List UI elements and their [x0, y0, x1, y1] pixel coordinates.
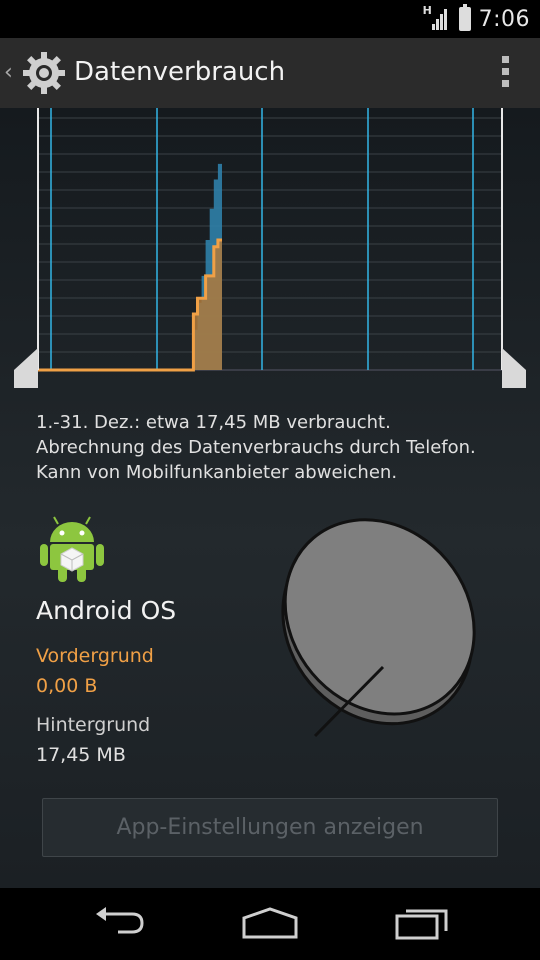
signal-icon: H: [422, 4, 451, 32]
battery-icon: [458, 4, 471, 31]
background-label: Hintergrund: [36, 714, 151, 736]
foreground-usage-line: [38, 238, 222, 372]
navigation-bar: [0, 888, 540, 960]
home-icon[interactable]: [240, 906, 300, 940]
background-value: 17,45 MB: [36, 744, 126, 766]
page-title: Datenverbrauch: [74, 57, 286, 87]
summary-line: Kann von Mobilfunkanbieter abweichen.: [36, 462, 398, 483]
app-name: Android OS: [36, 596, 177, 625]
summary-line: 1.-31. Dez.: etwa 17,45 MB verbraucht.: [36, 412, 391, 433]
recents-icon[interactable]: [394, 906, 450, 940]
clock: 7:06: [478, 6, 530, 32]
content-area: 1.-31. Dez.: etwa 17,45 MB verbraucht. A…: [0, 108, 540, 888]
usage-summary: 1.-31. Dez.: etwa 17,45 MB verbraucht. A…: [36, 410, 476, 485]
usage-pie-chart: [281, 518, 476, 738]
action-bar: ‹ Datenverbrauch: [0, 38, 540, 109]
app-settings-button[interactable]: App-Einstellungen anzeigen: [42, 798, 498, 857]
android-robot-icon: [40, 516, 104, 582]
foreground-value: 0,00 B: [36, 675, 98, 697]
status-icons: H 7:06: [423, 4, 530, 34]
usage-chart: [14, 108, 526, 388]
overflow-menu-icon[interactable]: [502, 56, 510, 90]
up-chevron-icon[interactable]: ‹: [4, 60, 13, 85]
range-end-handle[interactable]: [502, 348, 526, 388]
summary-line: Abrechnung des Datenverbrauchs durch Tel…: [36, 437, 476, 458]
range-start-handle[interactable]: [14, 348, 38, 388]
foreground-label: Vordergrund: [36, 645, 154, 667]
gear-icon[interactable]: [22, 51, 66, 95]
back-icon[interactable]: [92, 906, 148, 940]
network-type-label: H: [422, 4, 432, 17]
status-bar: H 7:06: [0, 0, 540, 38]
